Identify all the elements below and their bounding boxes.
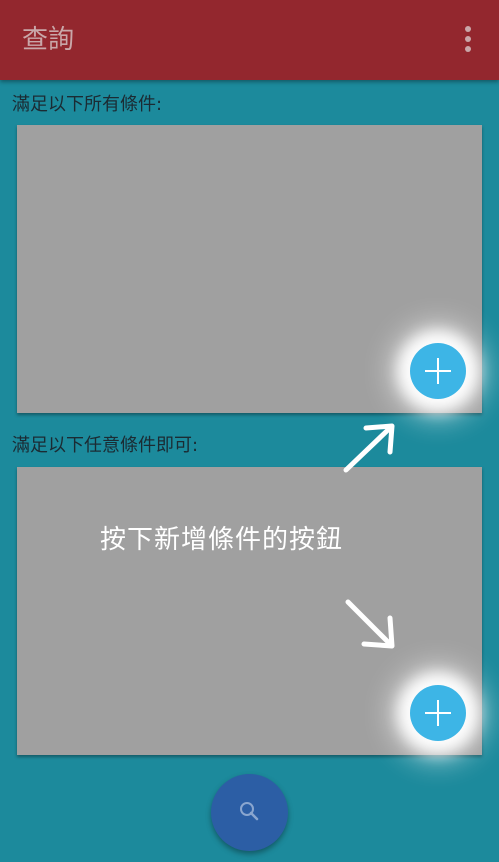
arrow-down-right-icon: [345, 599, 395, 649]
section-label-all: 滿足以下所有條件:: [12, 94, 163, 115]
plus-icon: [425, 700, 451, 726]
hint-text: 按下新增條件的按鈕: [100, 525, 344, 555]
section-label-any: 滿足以下任意條件即可:: [12, 435, 199, 456]
page-title: 查詢: [22, 25, 75, 55]
arrow-up-right-icon: [343, 423, 395, 473]
more-vert-icon[interactable]: [456, 26, 480, 56]
add-condition-any-button[interactable]: [410, 685, 466, 741]
search-icon: [240, 802, 259, 821]
add-condition-all-button[interactable]: [410, 343, 466, 399]
app-bar: 查詢: [0, 0, 499, 80]
plus-icon: [425, 358, 451, 384]
search-button[interactable]: [211, 774, 288, 851]
